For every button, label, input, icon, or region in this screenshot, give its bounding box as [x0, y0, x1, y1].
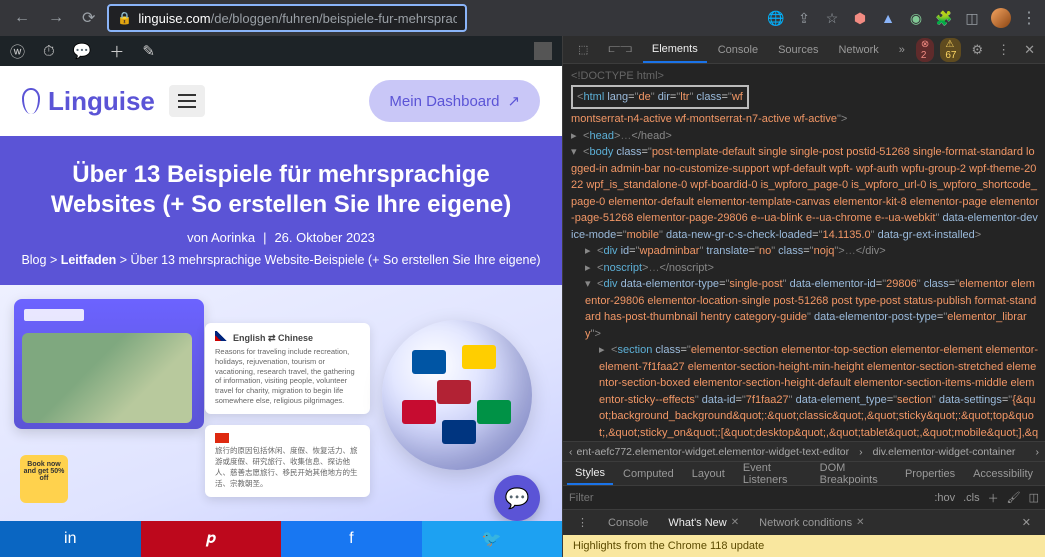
styles-tab-bar: Styles Computed Layout Event Listeners D… — [563, 461, 1045, 485]
china-flag-icon — [215, 433, 229, 443]
hero-section: Über 13 Beispiele für mehrsprachige Webs… — [0, 136, 562, 285]
close-devtools-icon[interactable]: ✕ — [1024, 42, 1035, 58]
close-icon[interactable]: ✕ — [856, 517, 864, 528]
back-button[interactable]: ← — [8, 5, 36, 31]
whatsnew-highlight: Highlights from the Chrome 118 update — [563, 535, 1045, 557]
share-facebook-button[interactable]: f — [281, 521, 422, 557]
address-bar[interactable]: 🔒 linguise.com/de/bloggen/fuhren/beispie… — [107, 4, 467, 32]
translation-popup-zh: 旅行的原因包括休闲、度假、恢复活力、旅游或度假、研究旅行、收集信息、探访他人、慈… — [205, 425, 370, 497]
uk-flag-icon — [215, 331, 229, 341]
styles-filter-input[interactable] — [569, 492, 926, 504]
tab-computed[interactable]: Computed — [615, 464, 682, 484]
promo-badge: Book now and get 50% off — [20, 455, 68, 503]
breadcrumb: Blog > Leitfaden > Über 13 mehrsprachige… — [20, 253, 542, 267]
side-panel-icon[interactable]: ◫ — [963, 9, 981, 27]
crumb-caret-icon[interactable]: › — [1036, 446, 1040, 458]
tab-console[interactable]: Console — [709, 38, 767, 62]
rendering-icon[interactable]: 🖌 — [1007, 491, 1021, 504]
tab-sources[interactable]: Sources — [769, 38, 827, 62]
logo-mark-icon — [22, 88, 40, 114]
inspect-icon[interactable]: ⬚ — [569, 37, 597, 62]
more-tabs-icon[interactable]: » — [890, 38, 914, 62]
tab-network[interactable]: Network — [829, 38, 887, 62]
flags-globe-icon — [382, 320, 532, 470]
author: von Aorinka — [187, 230, 255, 245]
extension-icon[interactable]: ⬢ — [851, 9, 869, 27]
translation-popup-en: English ⇄ Chinese Reasons for traveling … — [205, 323, 370, 414]
devtools-panel: ⬚ ⫍⫎ Elements Console Sources Network » … — [562, 36, 1045, 557]
drawer-tab-whatsnew[interactable]: What's New✕ — [660, 513, 747, 533]
site-logo[interactable]: Linguise — [22, 86, 155, 117]
hamburger-menu-button[interactable] — [169, 85, 205, 117]
page-title: Über 13 Beispiele für mehrsprachige Webs… — [20, 160, 542, 220]
device-toggle-icon[interactable]: ⫍⫎ — [599, 37, 640, 62]
tab-accessibility[interactable]: Accessibility — [965, 464, 1041, 484]
logo-text: Linguise — [48, 86, 155, 117]
share-twitter-button[interactable]: 🐦 — [422, 521, 563, 557]
drawer-tab-network-conditions[interactable]: Network conditions✕ — [751, 513, 872, 533]
webpage-viewport: ⓦ ⏱ 💬 ＋ ✎ Linguise Mein Dashboard ↗ Über… — [0, 36, 562, 557]
extensions-puzzle-icon[interactable]: 🧩 — [935, 9, 953, 27]
devtools-tab-bar: ⬚ ⫍⫎ Elements Console Sources Network » … — [563, 36, 1045, 64]
bookmark-star-icon[interactable]: ☆ — [823, 9, 841, 27]
publish-date: 26. Oktober 2023 — [274, 230, 374, 245]
tab-elements[interactable]: Elements — [643, 37, 707, 63]
site-header: Linguise Mein Dashboard ↗ — [0, 66, 562, 136]
share-pinterest-button[interactable]: 𝒑 — [141, 521, 282, 557]
more-menu-icon[interactable]: ⋮ — [997, 42, 1010, 58]
wp-user-avatar[interactable] — [534, 42, 552, 60]
drawer-tab-console[interactable]: Console — [600, 513, 656, 533]
tab-styles[interactable]: Styles — [567, 463, 613, 485]
settings-gear-icon[interactable]: ⚙ — [971, 42, 983, 58]
dashboard-icon[interactable]: ⏱ — [43, 43, 55, 60]
new-style-rule-icon[interactable]: ＋ — [988, 490, 999, 506]
cls-toggle[interactable]: .cls — [963, 492, 980, 504]
reload-button[interactable]: ⟳ — [76, 4, 101, 32]
highlight-text: Highlights from the Chrome 118 update — [573, 540, 764, 552]
wordpress-admin-bar[interactable]: ⓦ ⏱ 💬 ＋ ✎ — [0, 36, 562, 66]
extension-icon[interactable]: ▲ — [879, 9, 897, 27]
close-drawer-icon[interactable]: ✕ — [1014, 512, 1039, 533]
browser-toolbar: ← → ⟳ 🔒 linguise.com/de/bloggen/fuhren/b… — [0, 0, 1045, 36]
tab-properties[interactable]: Properties — [897, 464, 963, 484]
breadcrumb-item[interactable]: Leitfaden — [61, 253, 117, 267]
extension-icon[interactable]: ◉ — [907, 9, 925, 27]
error-count-badge[interactable]: ⊗ 2 — [916, 38, 934, 62]
dashboard-button-label: Mein Dashboard — [389, 93, 499, 110]
wordpress-logo-icon[interactable]: ⓦ — [10, 41, 25, 62]
breadcrumb-current: Über 13 mehrsprachige Website-Beispiele … — [131, 253, 541, 267]
add-new-icon[interactable]: ＋ — [109, 41, 124, 62]
chat-fab-button[interactable]: 💬 — [494, 475, 540, 521]
dom-doctype: <!DOCTYPE html> — [571, 68, 1039, 85]
byline: von Aorinka|26. Oktober 2023 — [20, 230, 542, 245]
chrome-menu-icon[interactable]: ⋮ — [1021, 8, 1037, 28]
dom-tree[interactable]: <!DOCTYPE html> <html lang="de" dir="ltr… — [563, 64, 1045, 441]
share-icon[interactable]: ⇪ — [795, 9, 813, 27]
highlighted-html-tag[interactable]: <html lang="de" dir="ltr" class="wf — [571, 85, 749, 110]
close-icon[interactable]: ✕ — [731, 517, 739, 528]
warning-count-badge[interactable]: ⚠ 67 — [940, 38, 961, 62]
crumb-caret-icon[interactable]: ‹ — [569, 446, 573, 458]
mock-photo — [22, 333, 192, 423]
url-text: linguise.com/de/bloggen/fuhren/beispiele… — [138, 11, 457, 26]
drawer-tab-bar: ⋮ Console What's New✕ Network conditions… — [563, 509, 1045, 535]
translate-icon[interactable]: 🌐 — [767, 9, 785, 27]
social-share-bar: in 𝒑 f 🐦 — [0, 521, 562, 557]
forward-button[interactable]: → — [42, 5, 70, 31]
dashboard-button[interactable]: Mein Dashboard ↗ — [369, 80, 540, 122]
breadcrumb-item[interactable]: Blog — [21, 253, 46, 267]
drawer-menu-icon[interactable]: ⋮ — [569, 512, 596, 533]
tab-layout[interactable]: Layout — [684, 464, 733, 484]
styles-filter-row: :hov .cls ＋ 🖌 ◫ — [563, 485, 1045, 509]
hov-toggle[interactable]: :hov — [934, 492, 955, 504]
share-linkedin-button[interactable]: in — [0, 521, 141, 557]
sidebar-toggle-icon[interactable]: ◫ — [1029, 491, 1039, 504]
edit-icon[interactable]: ✎ — [142, 42, 155, 60]
featured-image: Book now and get 50% off English ⇄ Chine… — [0, 285, 562, 521]
external-link-icon: ↗ — [507, 92, 520, 110]
profile-avatar[interactable] — [991, 8, 1011, 28]
comments-icon[interactable]: 💬 — [73, 42, 92, 60]
lock-icon: 🔒 — [117, 11, 132, 25]
